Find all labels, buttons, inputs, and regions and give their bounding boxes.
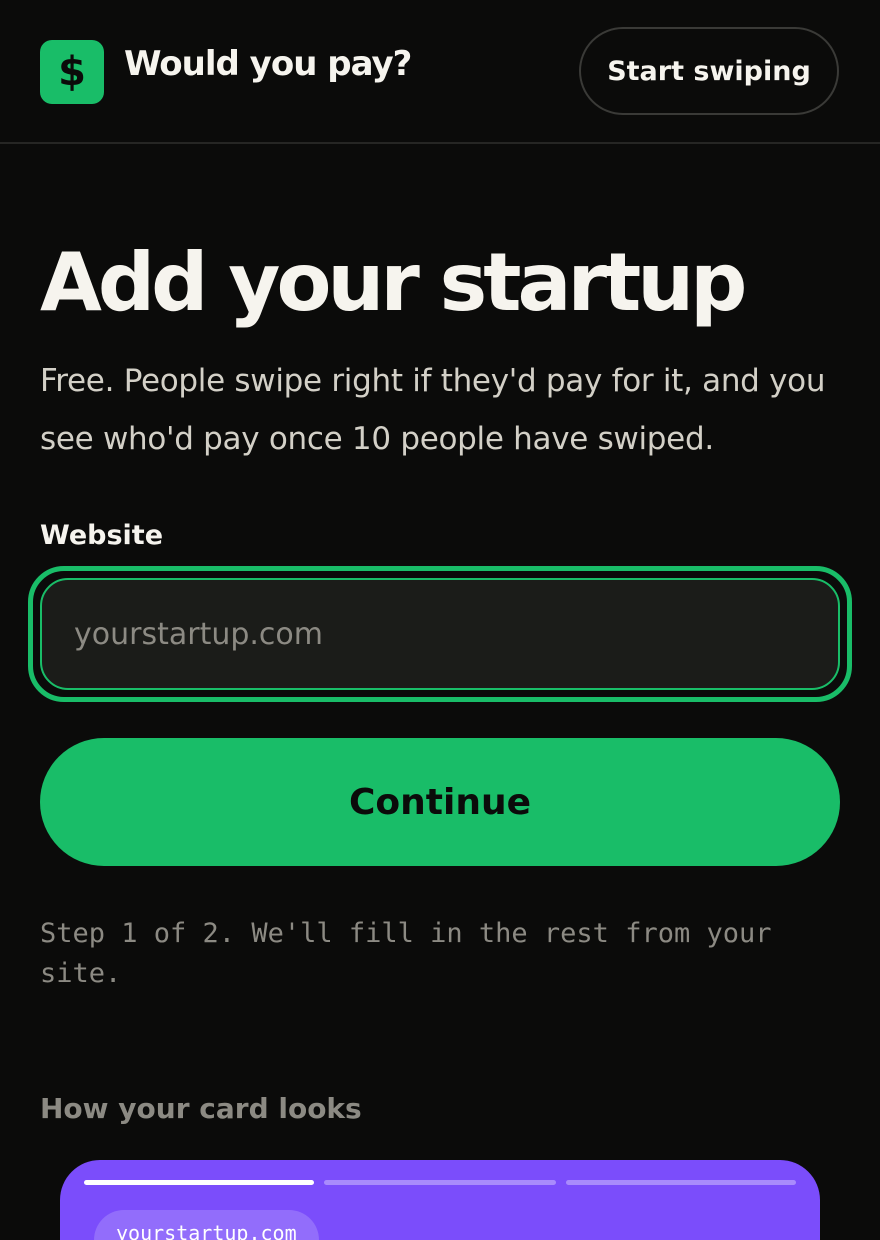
- website-input[interactable]: [42, 580, 838, 688]
- page-subtitle: Free. People swipe right if they'd pay f…: [40, 363, 826, 457]
- step-note: Step 1 of 2. We'll fill in the rest from…: [40, 918, 772, 989]
- app-header: $ Would you pay? Start swiping: [0, 0, 880, 144]
- page-title: Add your startup: [40, 236, 747, 329]
- continue-button[interactable]: Continue: [40, 738, 840, 866]
- card-website-chip: yourstartup.com: [94, 1210, 319, 1240]
- card-progress-segment-3: [566, 1180, 796, 1185]
- website-label: Website: [40, 520, 164, 551]
- card-progress-segment-1: [84, 1180, 314, 1185]
- start-swiping-button[interactable]: Start swiping: [579, 27, 839, 115]
- card-progress-segment-2: [324, 1180, 556, 1185]
- app-logo[interactable]: $: [40, 40, 104, 104]
- dollar-icon: $: [58, 49, 86, 95]
- app-title[interactable]: Would you pay?: [124, 44, 412, 84]
- card-preview-heading: How your card looks: [40, 1092, 362, 1125]
- website-field[interactable]: [40, 578, 840, 690]
- startup-card-preview: yourstartup.com: [60, 1160, 820, 1240]
